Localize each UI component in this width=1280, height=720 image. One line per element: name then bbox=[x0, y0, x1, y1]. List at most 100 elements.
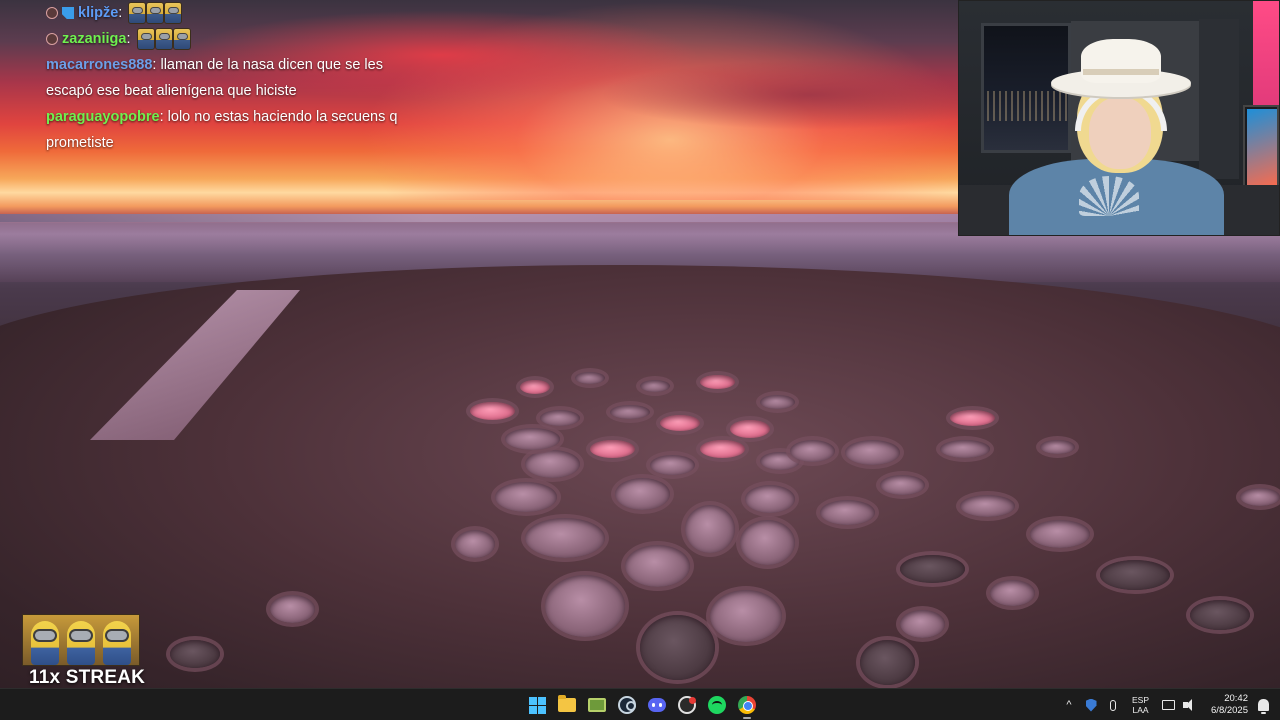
clock-date: 6/8/2025 bbox=[1211, 705, 1248, 716]
streak-minions-icon bbox=[22, 614, 140, 666]
subscriber-badge-icon bbox=[62, 7, 74, 19]
tide-pool bbox=[1040, 440, 1075, 454]
chat-message: paraguayopobre: lolo no estas haciendo l… bbox=[46, 104, 416, 156]
emote-minions-icon bbox=[136, 28, 191, 50]
tide-pool bbox=[685, 505, 735, 553]
bell-icon bbox=[1257, 699, 1269, 714]
tide-pool bbox=[880, 475, 925, 495]
start-icon bbox=[528, 696, 546, 714]
user-badge-icon bbox=[46, 33, 58, 45]
chrome-icon bbox=[738, 696, 756, 714]
tide-pool bbox=[860, 640, 915, 685]
stream-chat: klipže : zazaniiga : macarrones888: llam… bbox=[46, 0, 416, 156]
security-tray-button[interactable] bbox=[1084, 698, 1098, 712]
tide-pool bbox=[170, 640, 220, 668]
tide-pool bbox=[495, 482, 557, 512]
chat-message: macarrones888: llaman de la nasa dicen q… bbox=[46, 52, 416, 104]
chrome-button[interactable] bbox=[736, 694, 758, 719]
tide-pool bbox=[845, 440, 900, 465]
steam-button[interactable] bbox=[616, 694, 638, 716]
tide-pool bbox=[505, 428, 560, 450]
cowboy-hat-crown bbox=[1081, 39, 1161, 83]
tide-pool bbox=[545, 575, 625, 637]
streak-label: 11x STREAK bbox=[29, 667, 146, 688]
tide-pool bbox=[650, 455, 695, 475]
tide-pool bbox=[610, 405, 650, 419]
user-badge-icon bbox=[46, 7, 58, 19]
cloud bbox=[600, 60, 1020, 130]
chat-username: klipže bbox=[78, 5, 119, 21]
tide-pool bbox=[575, 372, 605, 384]
chat-username: zazaniiga bbox=[62, 31, 127, 47]
volume-tray-button[interactable] bbox=[1183, 698, 1197, 712]
obs-icon bbox=[678, 696, 696, 714]
chat-username: macarrones888 bbox=[46, 57, 153, 73]
chat-separator: : bbox=[126, 31, 131, 47]
tide-pool bbox=[710, 590, 782, 642]
file-explorer-button[interactable] bbox=[556, 694, 578, 716]
keyboard-layout: LAA bbox=[1132, 705, 1149, 715]
chat-username: paraguayopobre bbox=[46, 109, 160, 125]
tide-pool bbox=[640, 615, 715, 680]
tide-pool bbox=[790, 440, 835, 462]
tide-pool bbox=[760, 395, 795, 409]
rock-shelf bbox=[0, 265, 1280, 688]
cowboy-hat-band bbox=[1083, 69, 1159, 75]
tide-pool bbox=[950, 410, 995, 426]
tide-pool bbox=[270, 595, 315, 623]
city-lights bbox=[987, 91, 1067, 121]
clock-button[interactable]: 20:42 6/8/2025 bbox=[1211, 693, 1248, 717]
tide-pool bbox=[730, 420, 770, 438]
input-language-button[interactable]: ESP LAA bbox=[1132, 695, 1149, 715]
tide-pool bbox=[700, 440, 745, 458]
discord-button[interactable] bbox=[646, 694, 668, 716]
tide-pool bbox=[660, 415, 700, 431]
obs-button[interactable] bbox=[676, 694, 698, 716]
tide-pool bbox=[590, 440, 635, 458]
monitor-screen bbox=[1247, 109, 1277, 189]
game-launcher-icon bbox=[588, 698, 606, 712]
tide-pool bbox=[1030, 520, 1090, 548]
steam-icon bbox=[618, 696, 636, 714]
tide-pool bbox=[940, 440, 990, 458]
notifications-button[interactable] bbox=[1256, 698, 1270, 714]
language-code: ESP bbox=[1132, 695, 1150, 705]
folder-icon bbox=[558, 695, 576, 712]
tide-pool bbox=[900, 555, 965, 583]
pink-light bbox=[1253, 1, 1279, 111]
tide-pool bbox=[1240, 488, 1280, 506]
tide-pool bbox=[1100, 560, 1170, 590]
recording-dot-icon bbox=[689, 697, 696, 704]
tide-pool bbox=[820, 500, 875, 525]
emote-minions-icon bbox=[128, 2, 183, 24]
tide-pool bbox=[615, 478, 670, 510]
spotify-button[interactable] bbox=[706, 694, 728, 716]
tide-pool bbox=[625, 545, 690, 587]
show-hidden-icons-button[interactable]: ^ bbox=[1062, 699, 1076, 711]
tide-pool bbox=[640, 380, 670, 392]
shield-icon bbox=[1085, 698, 1097, 712]
tide-pool bbox=[960, 495, 1015, 517]
tide-pool bbox=[520, 380, 550, 394]
discord-icon bbox=[648, 698, 666, 712]
taskbar-apps bbox=[526, 692, 758, 719]
tide-pool bbox=[745, 485, 795, 513]
room-door bbox=[1199, 19, 1239, 179]
microphone-icon bbox=[1110, 699, 1116, 711]
display-tray-button[interactable] bbox=[1161, 698, 1175, 712]
chat-message: zazaniiga : bbox=[46, 26, 416, 52]
tide-pool bbox=[470, 402, 515, 420]
speaker-icon bbox=[1183, 699, 1197, 711]
tide-pool bbox=[700, 375, 735, 389]
chat-message: klipže : bbox=[46, 0, 416, 26]
system-tray: ^ ESP LAA 20:42 6/8/2025 bbox=[1062, 689, 1270, 720]
tide-pool bbox=[525, 518, 605, 558]
microphone-tray-button[interactable] bbox=[1106, 698, 1120, 712]
taskbar: ^ ESP LAA 20:42 6/8/2025 bbox=[0, 688, 1280, 720]
start-button[interactable] bbox=[526, 694, 548, 716]
tide-pool bbox=[455, 530, 495, 558]
spotify-icon bbox=[708, 696, 726, 714]
tide-pool bbox=[740, 520, 795, 565]
chat-separator: : bbox=[118, 5, 123, 21]
game-launcher-button[interactable] bbox=[586, 694, 608, 716]
